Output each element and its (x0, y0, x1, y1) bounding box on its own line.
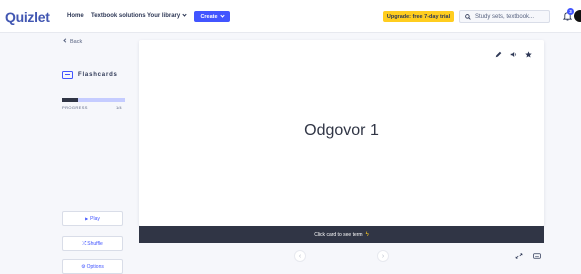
avatar[interactable] (574, 10, 581, 22)
options-label: Options (86, 263, 104, 270)
chevron-left-icon: ‹ (298, 252, 302, 260)
nav-your-library-link[interactable]: Your library (147, 11, 187, 19)
progress-count: 1/4 (116, 105, 122, 110)
quizlet-logo[interactable]: Quizlet (5, 9, 50, 25)
chevron-down-icon (182, 11, 187, 17)
top-navigation-bar: Quizlet Home Textbook solutions Your lib… (0, 0, 581, 33)
search-input[interactable]: Study sets, textbook... (459, 10, 550, 23)
pencil-icon[interactable] (495, 51, 502, 58)
shuffle-label: Shuffle (87, 240, 103, 247)
progress-label: PROGRESS (62, 105, 88, 110)
next-card-button[interactable]: › (377, 250, 389, 262)
create-button[interactable]: Create (194, 11, 230, 22)
lightning-icon: ϟ (365, 231, 369, 238)
play-button[interactable]: ▶ Play (62, 211, 123, 226)
nav-textbook-solutions-link[interactable]: Textbook solutions (91, 13, 146, 19)
play-label: Play (90, 215, 100, 222)
speaker-icon[interactable] (510, 51, 517, 58)
options-icon: ⚙ (81, 263, 86, 270)
study-mode-label: Flashcards (78, 72, 118, 78)
search-placeholder: Study sets, textbook... (475, 13, 535, 20)
flashcards-icon (62, 71, 73, 79)
study-mode-selector[interactable]: Flashcards (62, 71, 118, 79)
search-icon (465, 13, 471, 20)
nav-your-library-label: Your library (147, 13, 181, 19)
card-hint-bar[interactable]: Click card to see term ϟ (139, 226, 544, 243)
options-button[interactable]: ⚙ Options (62, 259, 123, 274)
chevron-down-icon (219, 12, 225, 18)
notification-badge: 3 (567, 8, 574, 15)
chevron-right-icon: › (381, 252, 385, 260)
previous-card-button[interactable]: ‹ (294, 250, 306, 262)
study-sidebar: Back Flashcards PROGRESS 1/4 ▶ Play ⤮ Shuf… (52, 33, 138, 274)
chevron-left-icon (63, 38, 68, 43)
shuffle-button[interactable]: ⤮ Shuffle (62, 236, 123, 251)
nav-home-link[interactable]: Home (67, 13, 84, 19)
card-hint-text: Click card to see term (314, 231, 363, 238)
create-button-label: Create (200, 13, 218, 20)
shuffle-icon: ⤮ (82, 240, 87, 247)
fullscreen-expand-icon[interactable] (515, 253, 523, 259)
star-icon[interactable] (525, 51, 532, 58)
flashcard[interactable]: Odgovor 1 (139, 40, 544, 226)
progress-bar (62, 98, 125, 102)
play-icon: ▶ (85, 216, 89, 221)
back-label: Back (70, 39, 83, 45)
card-term: Odgovor 1 (304, 122, 379, 139)
keyboard-shortcuts-icon[interactable] (533, 253, 541, 259)
card-toolbar (495, 51, 532, 58)
back-button[interactable]: Back (63, 38, 83, 45)
progress-fill (62, 98, 78, 102)
upgrade-button[interactable]: Upgrade: free 7-day trial (383, 11, 454, 22)
